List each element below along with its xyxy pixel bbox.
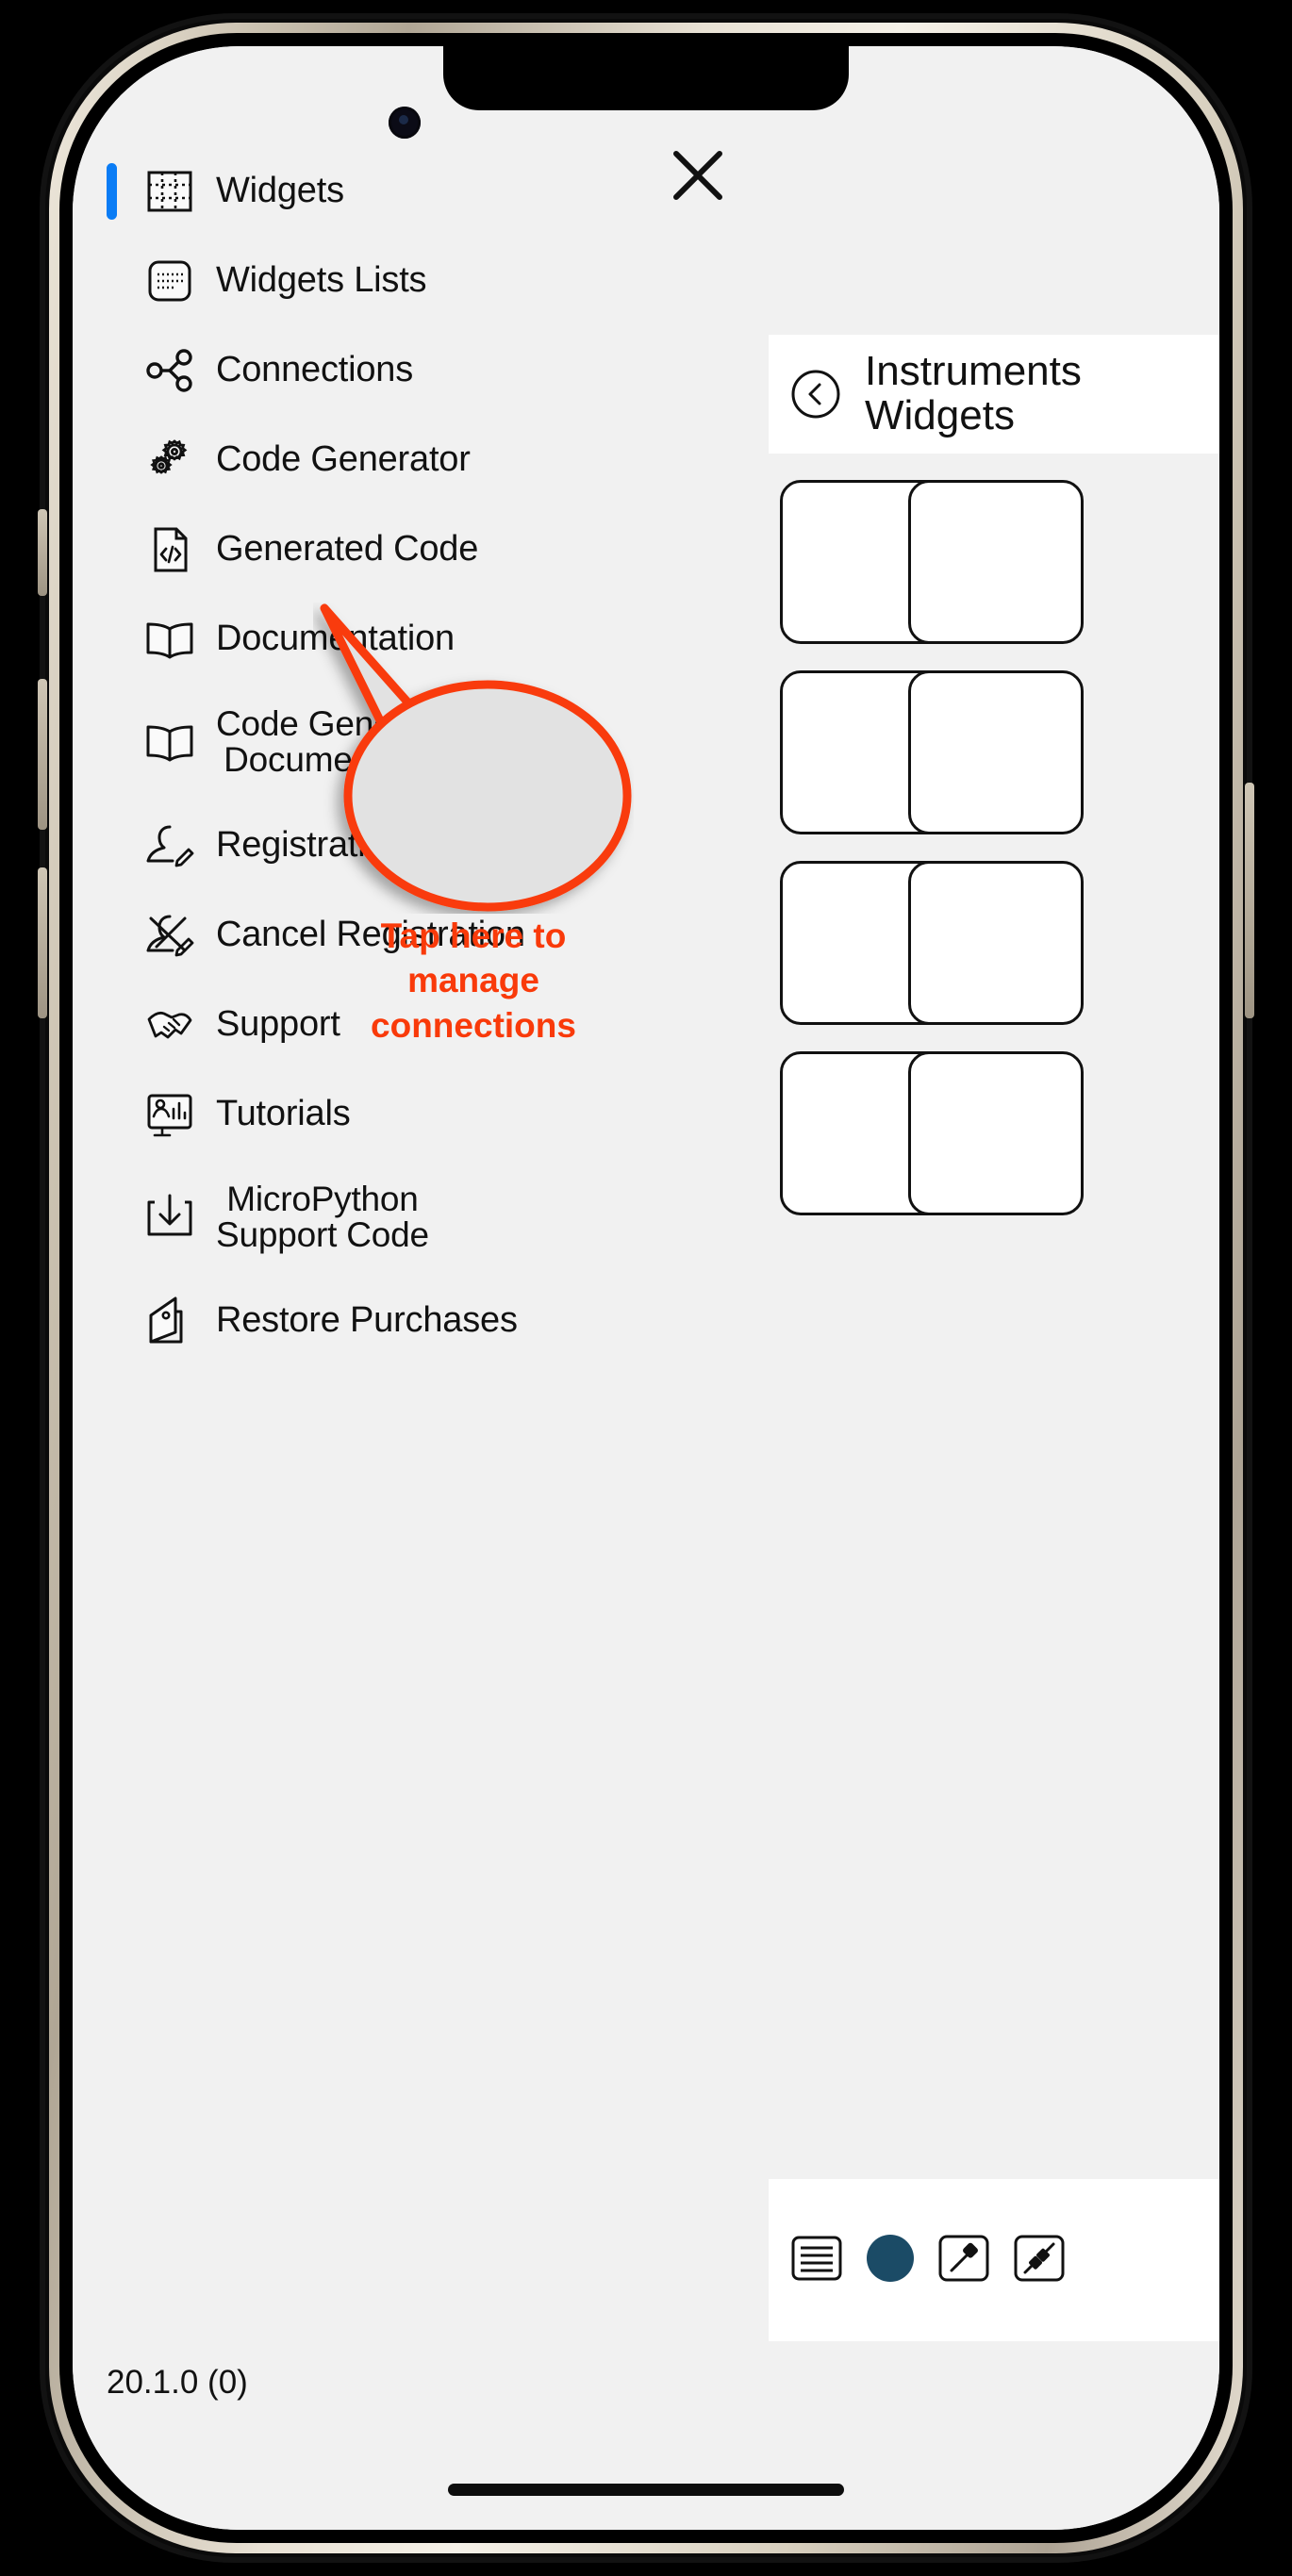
user-edit-icon [141, 817, 199, 875]
sidebar-item-label: Generated Code [216, 529, 479, 570]
sidebar-item-documentation[interactable]: Documentation [73, 594, 769, 684]
sidebar-item-label: Widgets [216, 171, 344, 211]
content-toolbar [769, 2179, 1219, 2341]
back-circle-icon[interactable] [789, 368, 842, 421]
menu-lines-icon[interactable] [789, 2231, 844, 2290]
sidebar-item-label: Registration [216, 825, 406, 866]
sidebar-item-label: Code Generator [216, 439, 471, 480]
callout-line-1: Tap here to [380, 916, 567, 955]
sidebar-item-generated-code[interactable]: Generated Code [73, 504, 769, 594]
sidebar-item-connections[interactable]: Connections [73, 325, 769, 415]
sidebar-item-micropython-support-code[interactable]: MicroPython Support Code [73, 1159, 769, 1276]
sidebar-item-label: Code Generator Documentation [216, 706, 464, 777]
side-menu-list: Widgets Widgets Lists Connections Code G… [73, 146, 769, 1365]
presentation-icon [141, 1085, 199, 1144]
content-title: Instruments Widgets [865, 350, 1082, 438]
volume-up-button[interactable] [38, 679, 47, 830]
receipt-icon [141, 1292, 199, 1350]
main-content: Instruments Widgets [769, 46, 1219, 2530]
widget-card[interactable] [908, 1051, 1084, 1215]
download-icon [141, 1188, 199, 1247]
widget-card[interactable] [908, 480, 1084, 644]
home-indicator[interactable] [448, 2484, 844, 2496]
sidebar-item-label-line1: MicroPython [226, 1180, 419, 1219]
callout-line-3: connections [371, 1005, 576, 1045]
callout-line-2: manage [407, 961, 539, 1000]
widget-card[interactable] [908, 670, 1084, 834]
share-nodes-icon [141, 341, 199, 400]
silent-switch[interactable] [38, 509, 47, 596]
open-book-icon [141, 610, 199, 669]
side-menu-drawer: Widgets Widgets Lists Connections Code G… [73, 46, 769, 2530]
sidebar-item-label: Documentation [216, 619, 455, 659]
circle-filled-icon[interactable] [865, 2233, 916, 2288]
sidebar-item-label: Tutorials [216, 1094, 351, 1134]
sidebar-item-label: Widgets Lists [216, 260, 427, 301]
sidebar-item-code-generator-documentation[interactable]: Code Generator Documentation [73, 684, 769, 801]
gears-icon [141, 431, 199, 489]
sidebar-item-restore-purchases[interactable]: Restore Purchases [73, 1276, 769, 1365]
grid-icon [141, 162, 199, 221]
notch [443, 46, 849, 110]
sidebar-item-tutorials[interactable]: Tutorials [73, 1069, 769, 1159]
app-version-label: 20.1.0 (0) [107, 2364, 248, 2401]
selection-indicator [107, 162, 117, 220]
sidebar-item-label: Connections [216, 350, 414, 390]
power-button[interactable] [1245, 783, 1254, 1018]
plug-disconnected-icon[interactable] [1012, 2231, 1067, 2290]
content-title-line1: Instruments [865, 348, 1082, 395]
plug-connected-icon[interactable] [936, 2231, 991, 2290]
sidebar-item-label-line2: Support Code [216, 1215, 429, 1254]
code-file-icon [141, 520, 199, 579]
close-icon[interactable] [669, 146, 727, 205]
sidebar-item-label-line1: Code Generator [216, 704, 464, 744]
open-book-icon [141, 713, 199, 771]
handshake-icon [141, 996, 199, 1054]
volume-down-button[interactable] [38, 867, 47, 1018]
content-header: Instruments Widgets [769, 335, 1219, 454]
sidebar-item-widgets-lists[interactable]: Widgets Lists [73, 236, 769, 325]
phone-screen: Instruments Widgets Widgets Widgets List… [73, 46, 1219, 2530]
sidebar-item-label: Support [216, 1004, 340, 1045]
user-edit-cancel-icon [141, 906, 199, 965]
sidebar-item-code-generator[interactable]: Code Generator [73, 415, 769, 504]
sidebar-item-registration[interactable]: Registration [73, 801, 769, 890]
callout-text: Tap here to manage connections [337, 914, 610, 1048]
list-rounded-icon [141, 252, 199, 310]
content-title-line2: Widgets [865, 392, 1015, 438]
widget-card[interactable] [908, 861, 1084, 1025]
sidebar-item-label: MicroPython Support Code [216, 1181, 429, 1252]
front-camera [389, 107, 421, 139]
sidebar-item-label-line2: Documentation [224, 740, 456, 779]
sidebar-item-widgets[interactable]: Widgets [73, 146, 769, 236]
sidebar-item-label: Restore Purchases [216, 1300, 518, 1341]
